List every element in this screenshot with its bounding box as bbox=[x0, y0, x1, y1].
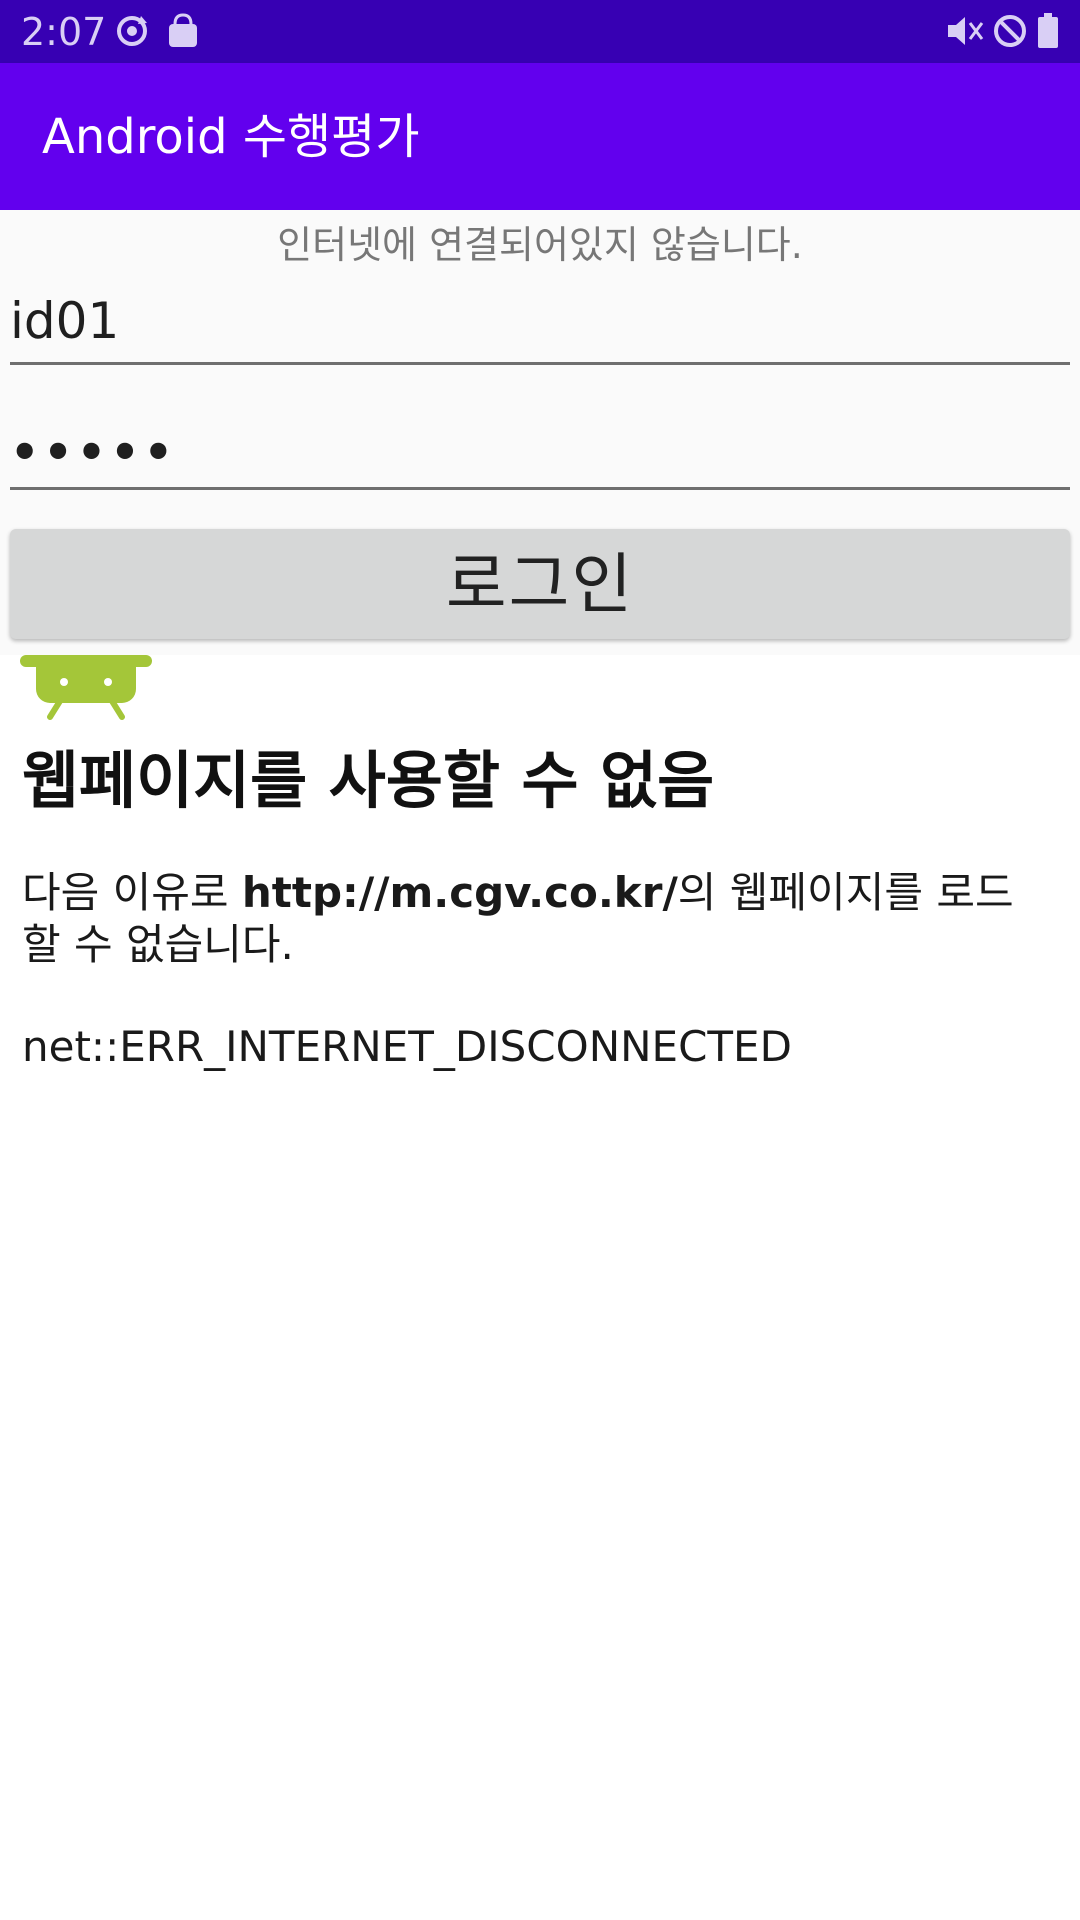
login-form: 인터넷에 연결되어있지 않습니다. id01 ••••• 로그인 bbox=[0, 210, 1080, 655]
android-robot-icon bbox=[20, 655, 152, 725]
id-input[interactable]: id01 bbox=[10, 282, 1070, 365]
sync-icon bbox=[114, 13, 150, 53]
status-time: 2:07 bbox=[21, 10, 107, 54]
error-code: net::ERR_INTERNET_DISCONNECTED bbox=[22, 1022, 792, 1071]
network-status-message: 인터넷에 연결되어있지 않습니다. bbox=[277, 223, 803, 267]
app-title: Android 수행평가 bbox=[42, 109, 420, 165]
login-button-label: 로그인 bbox=[445, 546, 635, 623]
battery-icon bbox=[1037, 13, 1059, 53]
password-input[interactable]: ••••• bbox=[10, 407, 1070, 490]
vibrate-mute-icon bbox=[946, 13, 984, 53]
webview[interactable]: 웹페이지를 사용할 수 없음 다음 이유로 http://m.cgv.co.kr… bbox=[0, 655, 1080, 1920]
login-button[interactable]: 로그인 bbox=[10, 529, 1070, 639]
app-bar: Android 수행평가 bbox=[0, 63, 1080, 210]
error-title: 웹페이지를 사용할 수 없음 bbox=[22, 744, 715, 817]
do-not-disturb-icon bbox=[992, 13, 1028, 53]
shopping-bag-icon bbox=[166, 13, 200, 53]
id-input-value: id01 bbox=[10, 292, 120, 350]
error-desc-prefix: 다음 이유로 bbox=[22, 868, 242, 917]
password-input-value: ••••• bbox=[10, 425, 178, 479]
status-bar: 2:07 bbox=[0, 0, 1080, 63]
error-description: 다음 이유로 http://m.cgv.co.kr/의 웹페이지를 로드할 수 … bbox=[22, 867, 1052, 971]
error-url: http://m.cgv.co.kr/ bbox=[241, 868, 678, 917]
